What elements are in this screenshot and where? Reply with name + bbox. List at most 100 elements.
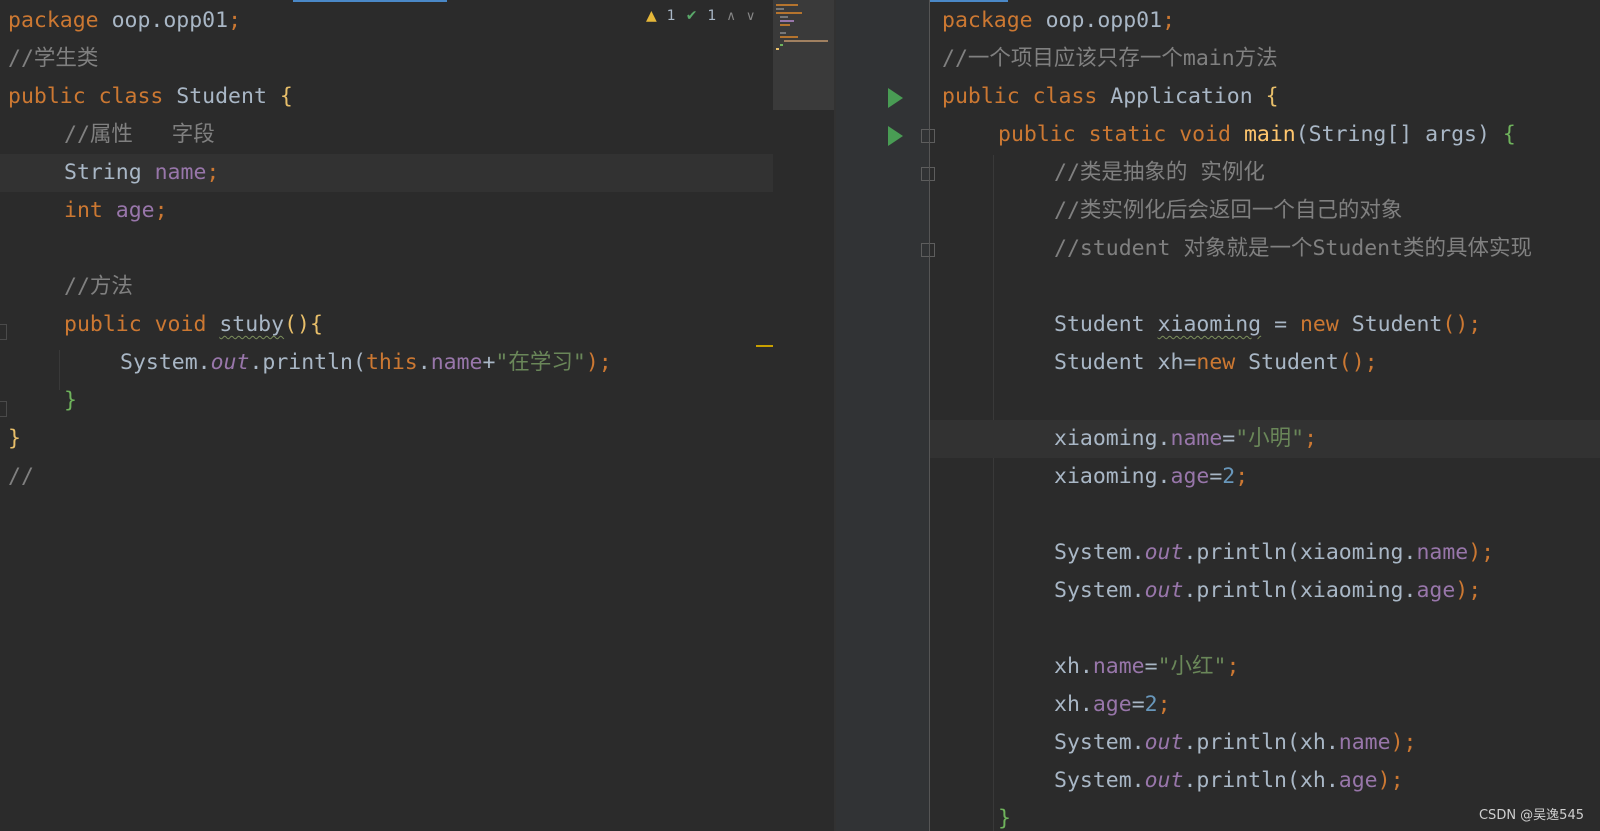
method-call: .println(xiaoming. xyxy=(1183,540,1417,565)
code-line: xh.age=2; xyxy=(836,686,1600,724)
operator: = xyxy=(1261,312,1300,337)
declaration: Student xh= xyxy=(1054,350,1197,375)
semicolon: ; xyxy=(1235,464,1249,489)
operator: = xyxy=(1144,654,1158,679)
identifier: System. xyxy=(1054,730,1145,755)
field: age xyxy=(115,198,155,223)
code-line: //学生类 xyxy=(0,40,836,78)
identifier: System. xyxy=(1054,578,1145,603)
code-line: public class Application { xyxy=(836,78,1600,116)
parameters: (String[] args) xyxy=(1295,122,1503,147)
keyword: new xyxy=(1196,350,1236,375)
package-name: oop.opp01 xyxy=(1045,8,1163,33)
string-literal: "在学习" xyxy=(495,350,586,375)
field: name xyxy=(430,350,483,375)
method-call: .println(xiaoming. xyxy=(1183,578,1417,603)
code-line: System.out.println(xiaoming.age); xyxy=(836,572,1600,610)
identifier: xh. xyxy=(1054,654,1093,679)
code-line: } xyxy=(0,382,836,420)
variable: xiaoming xyxy=(1157,312,1262,337)
code-line: xiaoming.age=2; xyxy=(836,458,1600,496)
keyword: public class xyxy=(8,84,177,109)
keyword: int xyxy=(64,198,116,223)
static-field: out xyxy=(1144,768,1184,793)
code-line: //类是抽象的 实例化 xyxy=(836,154,1600,192)
field: age xyxy=(1338,768,1378,793)
static-field: out xyxy=(1144,578,1184,603)
static-field: out xyxy=(210,350,250,375)
code-line: //属性 字段 xyxy=(0,116,836,154)
current-line: String name; xyxy=(0,154,773,192)
field: name xyxy=(154,160,207,185)
semicolon: ); xyxy=(1468,540,1495,565)
number-literal: 2 xyxy=(1222,464,1236,489)
code-line: System.out.println(xh.name); xyxy=(836,724,1600,762)
comment: //类实例化后会返回一个自己的对象 xyxy=(1054,198,1403,223)
field: name xyxy=(1338,730,1391,755)
field: name xyxy=(1416,540,1469,565)
brace: (){ xyxy=(284,312,323,337)
semicolon: ; xyxy=(228,8,242,33)
number-literal: 2 xyxy=(1144,692,1158,717)
semicolon: ; xyxy=(154,198,168,223)
dot: . xyxy=(417,350,431,375)
semicolon: (); xyxy=(1442,312,1482,337)
code-line: Student xh=new Student(); xyxy=(836,344,1600,382)
semicolon: ; xyxy=(1157,692,1171,717)
semicolon: ); xyxy=(585,350,612,375)
comment: // xyxy=(8,464,34,489)
code-line: System.out.println(this.name+"在学习"); xyxy=(0,344,836,382)
code-line: int age; xyxy=(0,192,836,230)
comment: //类是抽象的 实例化 xyxy=(1054,160,1265,185)
semicolon: ; xyxy=(206,160,220,185)
code-line: //一个项目应该只存一个main方法 xyxy=(836,40,1600,78)
method-call: .println(xh. xyxy=(1183,730,1339,755)
brace: } xyxy=(64,388,77,413)
code-line: public void stuby(){ xyxy=(0,306,836,344)
code-line: System.out.println(xh.age); xyxy=(836,762,1600,800)
comment: //学生类 xyxy=(8,46,99,71)
field: age xyxy=(1170,464,1210,489)
student-editor-pane[interactable]: ▲ 1 ✔ 1 ∧ ∨ package oop.opp01; //学生类 publi… xyxy=(0,0,836,831)
semicolon: (); xyxy=(1338,350,1378,375)
code-line: //方法 xyxy=(0,268,836,306)
package-name: oop.opp01 xyxy=(111,8,229,33)
method-call: .println( xyxy=(249,350,366,375)
field: age xyxy=(1416,578,1456,603)
semicolon: ; xyxy=(1304,426,1318,451)
identifier: System. xyxy=(1054,768,1145,793)
keyword: public class xyxy=(942,84,1111,109)
code-line: package oop.opp01; xyxy=(836,2,1600,40)
brace: { xyxy=(1265,84,1279,109)
method-name: stuby xyxy=(219,312,285,337)
semicolon: ); xyxy=(1390,730,1417,755)
operator: = xyxy=(1222,426,1236,451)
code-line: //类实例化后会返回一个自己的对象 xyxy=(836,192,1600,230)
watermark: CSDN @吴逸545 xyxy=(1478,808,1584,823)
brace: { xyxy=(1502,122,1516,147)
field: age xyxy=(1092,692,1132,717)
comment: //一个项目应该只存一个main方法 xyxy=(942,46,1278,71)
semicolon: ; xyxy=(1226,654,1240,679)
semicolon: ); xyxy=(1377,768,1404,793)
identifier: xiaoming. xyxy=(1054,426,1171,451)
operator: = xyxy=(1209,464,1223,489)
brace: } xyxy=(998,806,1011,831)
identifier: System. xyxy=(120,350,211,375)
keyword: public void xyxy=(64,312,220,337)
method-call: .println(xh. xyxy=(1183,768,1339,793)
semicolon: ; xyxy=(1162,8,1176,33)
static-field: out xyxy=(1144,540,1184,565)
identifier: System. xyxy=(1054,540,1145,565)
identifier: xiaoming. xyxy=(1054,464,1171,489)
brace: { xyxy=(279,84,293,109)
semicolon: ); xyxy=(1455,578,1482,603)
field: name xyxy=(1170,426,1223,451)
identifier: xh. xyxy=(1054,692,1093,717)
class-name: Application xyxy=(1110,84,1266,109)
keyword: package xyxy=(942,8,1046,33)
current-line: xiaoming.name="小明"; xyxy=(930,420,1600,458)
operator: + xyxy=(482,350,496,375)
string-literal: "小明" xyxy=(1235,426,1305,451)
application-editor-pane[interactable]: 12345678910111213141516171819202122 pack… xyxy=(836,0,1600,831)
